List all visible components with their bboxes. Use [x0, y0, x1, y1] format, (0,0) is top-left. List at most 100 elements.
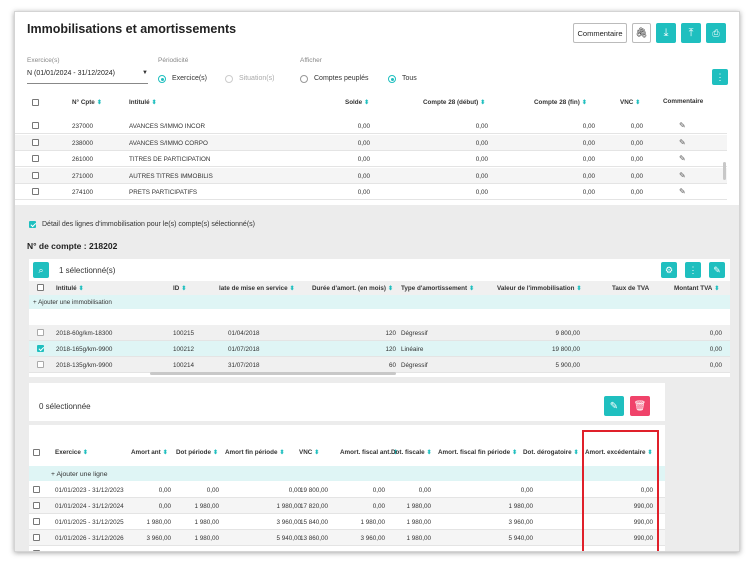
table-row[interactable]: 237000 AVANCES S/IMMO INCOR 0,00 0,00 0,00 0,… — [15, 118, 727, 134]
col-c28-debut[interactable]: Compte 28 (début) ⬍ — [423, 99, 485, 106]
exercices-edit-button[interactable]: ✎ — [604, 396, 624, 416]
print-button[interactable]: ⎙ — [706, 23, 726, 43]
amort-fiscal-ant: 5 940,00 — [339, 551, 385, 552]
account-c28-fin: 0,00 — [582, 172, 595, 180]
table-row[interactable]: 01/01/2025 - 31/12/2025 1 980,00 1 980,00 3… — [29, 514, 665, 530]
row-checkbox[interactable] — [33, 550, 40, 551]
col-immo-id[interactable]: ID ⬍ — [173, 285, 186, 292]
more-options-button[interactable]: ⋮ — [712, 69, 728, 85]
immo-label: 2018-135g/km-9900 — [56, 362, 113, 369]
col-immo-date[interactable]: late de mise en service ⬍ — [219, 285, 295, 292]
detail-checkbox[interactable] — [29, 221, 36, 228]
col-immo-duree[interactable]: Durée d'amort. (en mois) ⬍ — [312, 285, 393, 292]
pencil-icon[interactable]: ✎ — [679, 138, 686, 147]
row-checkbox[interactable] — [37, 361, 44, 368]
attachment-button[interactable]: 🖇 — [632, 23, 651, 43]
row-checkbox[interactable] — [33, 534, 40, 541]
col-c28-fin[interactable]: Compte 28 (fin) ⬍ — [534, 99, 587, 106]
row-checkbox[interactable] — [37, 345, 44, 352]
table-row[interactable]: 01/01/2026 - 31/12/2026 3 960,00 1 980,00 5… — [29, 530, 665, 546]
afficher-label: Afficher — [300, 57, 322, 64]
search-button[interactable]: ⌕ — [33, 262, 49, 278]
table-row[interactable]: 2018-135g/km-9900 100214 31/07/2018 60 Dégre… — [29, 357, 730, 373]
table-row[interactable]: 01/01/2023 - 31/12/2023 0,00 0,00 0,00 19 80… — [29, 482, 665, 498]
col-ex-dot-fiscale[interactable]: Dot. fiscale ⬍ — [391, 449, 432, 456]
table-row[interactable]: 2018-60g/km-18300 100215 01/04/2018 120 Dégr… — [29, 325, 730, 341]
table-row[interactable]: 261000 TITRES DE PARTICIPATION 0,00 0,00 0,0… — [15, 151, 727, 167]
vnc: 17 820,00 — [300, 503, 329, 510]
row-checkbox[interactable] — [33, 502, 40, 509]
account-number: 271000 — [72, 172, 94, 180]
row-checkbox[interactable] — [32, 155, 39, 162]
accounts-scrollbar[interactable] — [723, 162, 726, 180]
radio-situations[interactable] — [225, 75, 233, 83]
row-checkbox[interactable] — [37, 329, 44, 336]
pencil-icon[interactable]: ✎ — [679, 187, 686, 196]
row-checkbox[interactable] — [32, 171, 39, 179]
col-immo-type[interactable]: Type d'amortissement ⬍ — [401, 285, 474, 292]
table-row[interactable]: 274100 PRETS PARTICIPATIFS 0,00 0,00 0,00 0,0… — [15, 184, 727, 200]
col-immo-intitule[interactable]: Intitulé ⬍ — [56, 285, 84, 292]
col-immo-valeur[interactable]: Valeur de l'immobilisation ⬍ — [497, 285, 581, 292]
dot-periode: 1 980,00 — [194, 519, 219, 526]
row-checkbox[interactable] — [32, 138, 39, 146]
immos-edit-button[interactable]: ✎ — [709, 262, 725, 278]
immo-valeur: 9 800,00 — [555, 330, 580, 337]
immobilisations-panel: ⌕ 1 sélectionné(s) ⚙ ⋮ ✎ Intitulé ⬍ ID ⬍ l… — [29, 259, 730, 377]
radio-tous[interactable] — [388, 75, 396, 83]
commentaire-button[interactable]: Commentaire — [573, 23, 627, 43]
select-all-exercices-checkbox[interactable] — [33, 449, 40, 456]
col-ex-dot-derogatoire[interactable]: Dot. dérogatoire ⬍ — [523, 449, 579, 456]
exercice-select[interactable]: N (01/01/2024 - 31/12/2024) ▼ — [27, 70, 148, 84]
table-row[interactable]: 01/01/2024 - 31/12/2024 0,00 1 980,00 1 980… — [29, 498, 665, 514]
col-intitule[interactable]: Intitulé ⬍ — [129, 99, 157, 106]
add-exercice-link[interactable]: + Ajouter une ligne — [51, 471, 108, 478]
col-solde[interactable]: Solde ⬍ — [345, 99, 369, 106]
row-checkbox[interactable] — [32, 122, 39, 129]
upload-button[interactable]: ⤒ — [681, 23, 701, 43]
download-button[interactable]: ⤓ — [656, 23, 676, 43]
amort-fiscal-fin: 5 940,00 — [508, 535, 533, 542]
row-checkbox[interactable] — [33, 518, 40, 525]
col-ex-exercice[interactable]: Exercice ⬍ — [55, 449, 88, 456]
pencil-icon[interactable]: ✎ — [679, 154, 686, 163]
add-exercice-row[interactable]: + Ajouter une ligne — [29, 466, 665, 481]
immo-duree: 60 — [388, 362, 396, 369]
section-divider — [29, 421, 665, 425]
immos-hscrollbar[interactable] — [150, 372, 396, 375]
periodicite-label: Périodicité — [158, 57, 189, 64]
pencil-icon[interactable]: ✎ — [679, 121, 686, 130]
immos-more-button[interactable]: ⋮ — [685, 262, 701, 278]
pencil-icon[interactable]: ✎ — [679, 171, 686, 180]
table-row[interactable]: 271000 AUTRES TITRES IMMOBILIS 0,00 0,00 0,0… — [15, 167, 727, 184]
select-all-accounts-checkbox[interactable] — [32, 99, 39, 106]
exercice-period: 01/01/2023 - 31/12/2023 — [55, 487, 124, 494]
table-row[interactable]: 238000 AVANCES S/IMMO CORPO 0,00 0,00 0,00 0,… — [15, 134, 727, 151]
row-checkbox[interactable] — [33, 486, 40, 493]
col-ex-vnc[interactable]: VNC ⬍ — [299, 449, 319, 456]
table-row[interactable]: 2018-165g/km-9900 100212 01/07/2018 120 Liné… — [29, 341, 730, 357]
col-immo-taux[interactable]: Taux de TVA — [612, 285, 649, 292]
account-number: 238000 — [72, 139, 94, 147]
settings-button[interactable]: ⚙ — [661, 262, 677, 278]
table-row[interactable]: 01/01/2027 - 31/12/2027 5 940,00 1 980,00 7… — [29, 546, 665, 552]
vnc: 11 880,00 — [300, 551, 328, 552]
col-ex-amort-fiscal-fin[interactable]: Amort. fiscal fin période ⬍ — [438, 449, 517, 456]
dot-fiscale: 1 980,00 — [406, 535, 431, 542]
account-number: 261000 — [72, 156, 94, 163]
col-ex-amort-fiscal-ant[interactable]: Amort. fiscal ant. ⬍ — [340, 449, 398, 456]
col-ex-amort-fin[interactable]: Amort fin période ⬍ — [225, 449, 285, 456]
add-immo-link[interactable]: + Ajouter une immobilisation — [33, 299, 112, 306]
col-ex-dot-periode[interactable]: Dot période ⬍ — [176, 449, 218, 456]
select-all-immos-checkbox[interactable] — [37, 284, 44, 291]
add-immo-row[interactable]: + Ajouter une immobilisation — [29, 295, 730, 309]
col-num[interactable]: N° Cpte ⬍ — [72, 99, 102, 106]
radio-comptes-peuples[interactable] — [300, 75, 308, 83]
col-vnc[interactable]: VNC ⬍ — [620, 99, 640, 106]
col-immo-montant[interactable]: Montant TVA ⬍ — [674, 285, 719, 292]
radio-exercices[interactable] — [158, 75, 166, 83]
row-checkbox[interactable] — [32, 188, 39, 195]
dot-periode: 0,00 — [206, 487, 219, 494]
col-ex-amort-ant[interactable]: Amort ant ⬍ — [131, 449, 168, 456]
delete-button[interactable]: 🗑 — [630, 396, 650, 416]
